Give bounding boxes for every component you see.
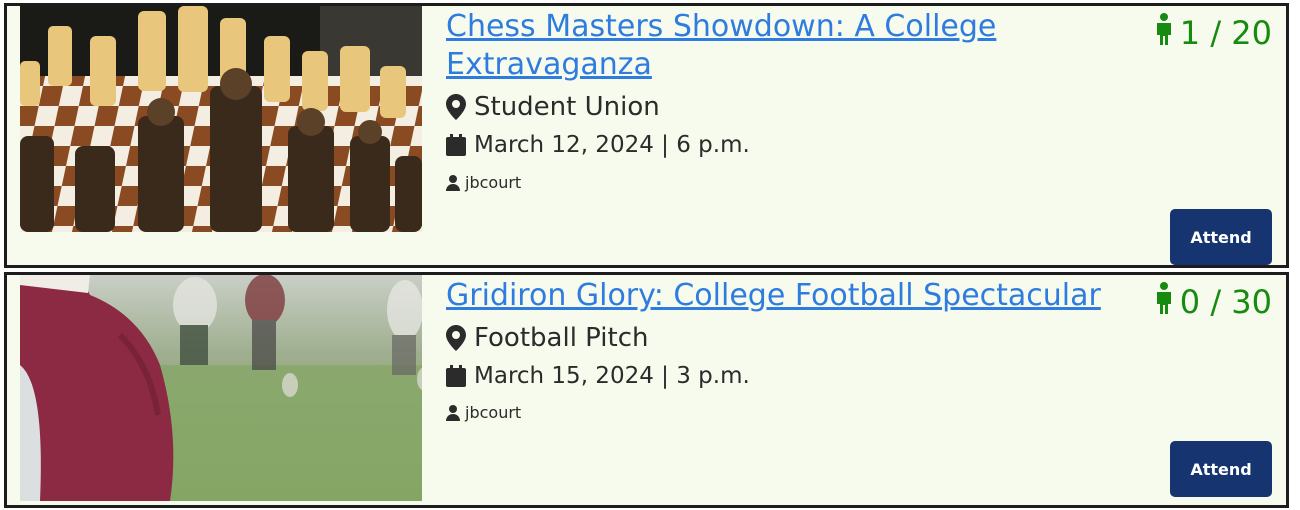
attendee-capacity: 0 / 30	[1154, 282, 1272, 321]
location-text: Student Union	[474, 92, 660, 122]
location-text: Football Pitch	[474, 323, 649, 353]
user-icon	[446, 174, 460, 191]
event-image-chess	[20, 6, 422, 232]
capacity-text: 0 / 30	[1179, 282, 1272, 321]
datetime-text: March 15, 2024 | 3 p.m.	[474, 363, 750, 389]
event-organizer: jbcourt	[446, 173, 521, 192]
person-icon	[1154, 282, 1174, 321]
event-location: Student Union	[446, 92, 660, 122]
map-marker-icon	[446, 325, 466, 351]
calendar-icon	[446, 134, 466, 156]
datetime-text: March 12, 2024 | 6 p.m.	[474, 132, 750, 158]
calendar-icon	[446, 365, 466, 387]
attendee-capacity: 1 / 20	[1154, 13, 1272, 52]
event-image-football	[20, 275, 422, 501]
event-card: Chess Masters Showdown: A College Extrav…	[4, 3, 1289, 268]
user-icon	[446, 404, 460, 421]
map-marker-icon	[446, 94, 466, 120]
event-title-link[interactable]: Chess Masters Showdown: A College Extrav…	[446, 8, 1066, 84]
event-datetime: March 15, 2024 | 3 p.m.	[446, 363, 750, 389]
attend-button[interactable]: Attend	[1170, 209, 1272, 265]
capacity-text: 1 / 20	[1179, 13, 1272, 52]
event-organizer: jbcourt	[446, 403, 521, 422]
organizer-text: jbcourt	[465, 173, 522, 192]
event-location: Football Pitch	[446, 323, 648, 353]
event-title-link[interactable]: Gridiron Glory: College Football Spectac…	[446, 277, 1176, 315]
event-datetime: March 12, 2024 | 6 p.m.	[446, 132, 750, 158]
person-icon	[1154, 13, 1174, 52]
organizer-text: jbcourt	[465, 403, 522, 422]
attend-button[interactable]: Attend	[1170, 441, 1272, 497]
event-card: Gridiron Glory: College Football Spectac…	[4, 272, 1289, 508]
